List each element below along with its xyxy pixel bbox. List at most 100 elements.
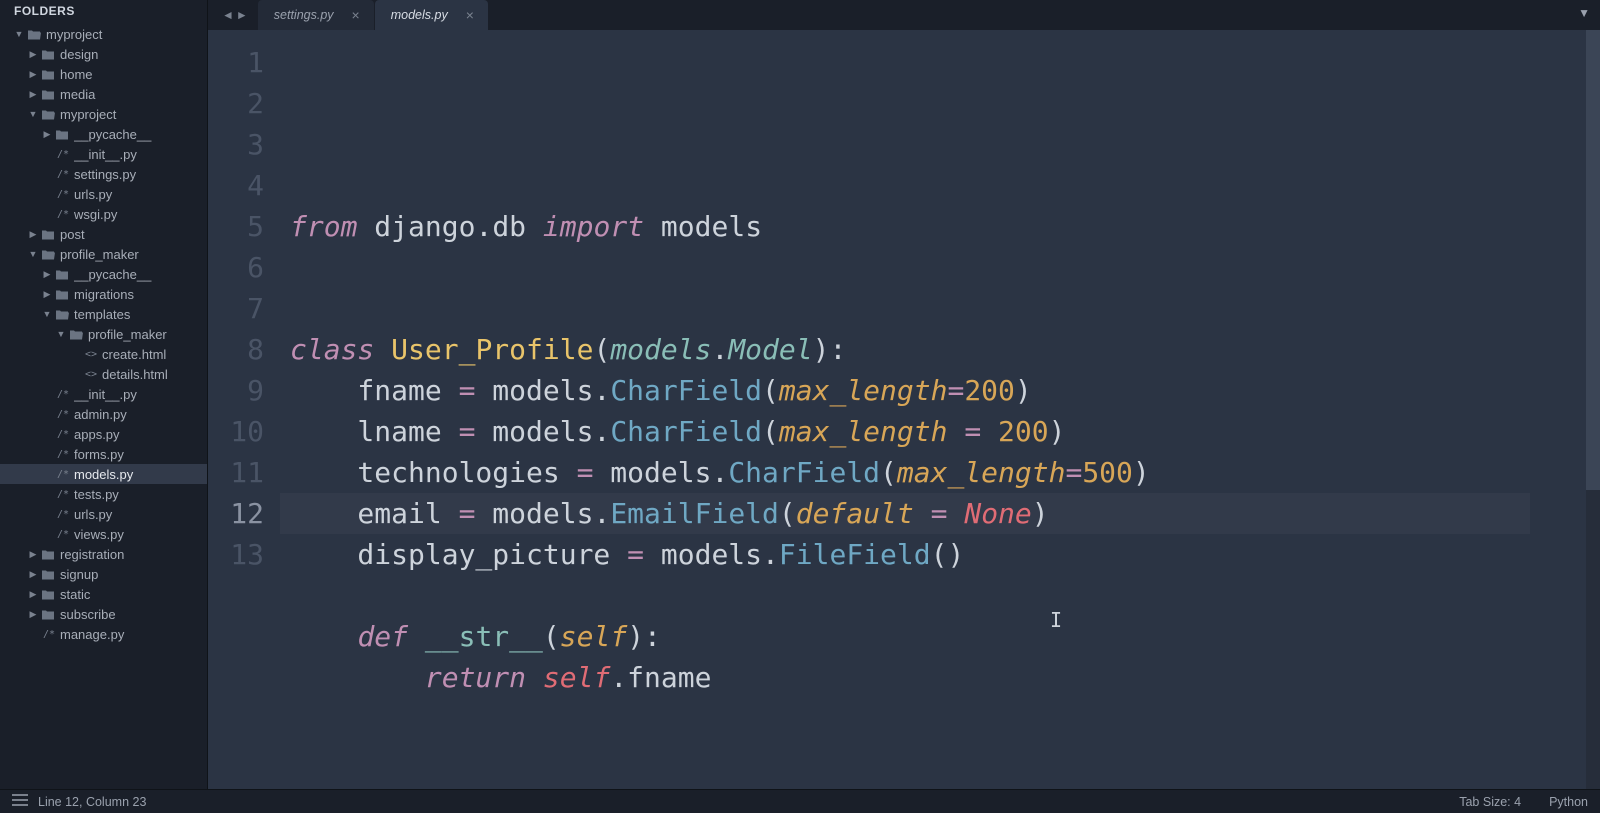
code-line[interactable] bbox=[290, 288, 1530, 329]
folder-tree-item[interactable]: ▼myproject bbox=[0, 24, 207, 44]
folder-tree-item[interactable]: ▶static bbox=[0, 584, 207, 604]
tree-item-label: settings.py bbox=[74, 167, 199, 182]
tab-label: models.py bbox=[391, 8, 448, 22]
file-tree-item[interactable]: /*wsgi.py bbox=[0, 204, 207, 224]
code-line[interactable]: return self.fname bbox=[290, 657, 1530, 698]
code-line[interactable] bbox=[290, 247, 1530, 288]
folder-tree[interactable]: ▼myproject▶design▶home▶media▼myproject▶_… bbox=[0, 22, 207, 789]
file-tree-item[interactable]: /*admin.py bbox=[0, 404, 207, 424]
disclosure-icon: ▼ bbox=[28, 109, 38, 119]
tree-item-label: subscribe bbox=[60, 607, 199, 622]
status-position[interactable]: Line 12, Column 23 bbox=[38, 795, 146, 809]
minimap[interactable] bbox=[1530, 30, 1600, 789]
tab-next-icon[interactable]: ► bbox=[236, 8, 248, 22]
folder-tree-item[interactable]: ▶home bbox=[0, 64, 207, 84]
folder-tree-item[interactable]: ▼ myproject bbox=[0, 104, 207, 124]
folder-icon bbox=[40, 67, 56, 81]
folder-tree-item[interactable]: ▼profile_maker bbox=[0, 244, 207, 264]
minimap-thumb[interactable] bbox=[1586, 30, 1600, 490]
code-line[interactable]: email = models.EmailField(default = None… bbox=[290, 493, 1530, 534]
disclosure-icon: ▶ bbox=[28, 609, 38, 620]
folder-icon bbox=[26, 27, 42, 41]
status-language[interactable]: Python bbox=[1549, 795, 1588, 809]
folder-tree-item[interactable]: ▶ media bbox=[0, 84, 207, 104]
code-line[interactable]: class User_Profile(models.Model): bbox=[290, 329, 1530, 370]
folder-icon bbox=[40, 227, 56, 241]
code-area[interactable]: I from django.db import models class Use… bbox=[280, 30, 1530, 789]
folder-tree-item[interactable]: ▶__pycache__ bbox=[0, 124, 207, 144]
tab-overflow-icon[interactable]: ▼ bbox=[1578, 6, 1590, 20]
tree-item-label: signup bbox=[60, 567, 199, 582]
folder-icon bbox=[68, 327, 84, 341]
disclosure-icon: ▶ bbox=[28, 49, 38, 60]
file-tree-item[interactable]: /*__init__.py bbox=[0, 144, 207, 164]
disclosure-icon: ▶ bbox=[28, 89, 38, 100]
file-tree-item[interactable]: /*__init__.py bbox=[0, 384, 207, 404]
editor-tab[interactable]: settings.py× bbox=[258, 0, 374, 30]
folder-tree-item[interactable]: ▼ templates bbox=[0, 304, 207, 324]
folder-icon bbox=[40, 547, 56, 561]
file-tree-item[interactable]: <>details.html bbox=[0, 364, 207, 384]
tree-item-label: myproject bbox=[60, 107, 199, 122]
disclosure-icon: ▶ bbox=[42, 289, 52, 300]
folder-icon bbox=[54, 307, 70, 321]
sidebar-header: FOLDERS bbox=[0, 0, 207, 22]
tree-item-label: create.html bbox=[102, 347, 199, 362]
disclosure-icon: ▼ bbox=[42, 309, 52, 319]
file-tree-item[interactable]: /*tests.py bbox=[0, 484, 207, 504]
file-tree-item[interactable]: /*apps.py bbox=[0, 424, 207, 444]
python-file-icon: /* bbox=[54, 149, 72, 160]
file-tree-item[interactable]: /*manage.py bbox=[0, 624, 207, 644]
file-tree-item[interactable]: /*forms.py bbox=[0, 444, 207, 464]
code-line[interactable]: def __str__(self): bbox=[290, 616, 1530, 657]
folder-tree-item[interactable]: ▶ subscribe bbox=[0, 604, 207, 624]
folder-icon bbox=[40, 567, 56, 581]
folder-tree-item[interactable]: ▶ signup bbox=[0, 564, 207, 584]
disclosure-icon: ▶ bbox=[28, 569, 38, 580]
code-line[interactable] bbox=[290, 698, 1530, 739]
tree-item-label: templates bbox=[74, 307, 199, 322]
python-file-icon: /* bbox=[40, 629, 58, 640]
folder-tree-item[interactable]: ▶post bbox=[0, 224, 207, 244]
code-line[interactable]: technologies = models.CharField(max_leng… bbox=[290, 452, 1530, 493]
folder-tree-item[interactable]: ▶design bbox=[0, 44, 207, 64]
code-line[interactable]: fname = models.CharField(max_length=200) bbox=[290, 370, 1530, 411]
folder-tree-item[interactable]: ▶__pycache__ bbox=[0, 264, 207, 284]
file-tree-item[interactable]: <>create.html bbox=[0, 344, 207, 364]
file-tree-item[interactable]: /*views.py bbox=[0, 524, 207, 544]
tree-item-label: tests.py bbox=[74, 487, 199, 502]
disclosure-icon: ▼ bbox=[28, 249, 38, 259]
tree-item-label: post bbox=[60, 227, 199, 242]
editor-body: 12345678910111213 I from django.db impor… bbox=[208, 30, 1600, 789]
folder-icon bbox=[40, 87, 56, 101]
folder-tree-item[interactable]: ▼profile_maker bbox=[0, 324, 207, 344]
code-line[interactable]: from django.db import models bbox=[290, 206, 1530, 247]
python-file-icon: /* bbox=[54, 509, 72, 520]
python-file-icon: /* bbox=[54, 429, 72, 440]
file-tree-item[interactable]: /*urls.py bbox=[0, 504, 207, 524]
folder-icon bbox=[40, 247, 56, 261]
tab-prev-icon[interactable]: ◄ bbox=[222, 8, 234, 22]
hamburger-icon[interactable] bbox=[12, 794, 28, 809]
tree-item-label: urls.py bbox=[74, 507, 199, 522]
status-tab-size[interactable]: Tab Size: 4 bbox=[1459, 795, 1521, 809]
file-tree-item[interactable]: /*settings.py bbox=[0, 164, 207, 184]
editor-tab[interactable]: models.py × bbox=[375, 0, 488, 30]
code-line[interactable]: display_picture = models.FileField() bbox=[290, 534, 1530, 575]
python-file-icon: /* bbox=[54, 469, 72, 480]
file-tree-item[interactable]: /*models.py bbox=[0, 464, 207, 484]
file-tree-item[interactable]: /*urls.py bbox=[0, 184, 207, 204]
folder-tree-item[interactable]: ▶ migrations bbox=[0, 284, 207, 304]
code-line[interactable] bbox=[290, 575, 1530, 616]
tree-item-label: migrations bbox=[74, 287, 199, 302]
folder-icon bbox=[40, 587, 56, 601]
tree-item-label: __init__.py bbox=[74, 387, 199, 402]
close-icon[interactable]: × bbox=[352, 7, 360, 23]
close-icon[interactable]: × bbox=[466, 7, 474, 23]
tree-item-label: media bbox=[60, 87, 199, 102]
status-bar: Line 12, Column 23 Tab Size: 4 Python bbox=[0, 789, 1600, 813]
folder-icon bbox=[54, 127, 70, 141]
code-line[interactable]: lname = models.CharField(max_length = 20… bbox=[290, 411, 1530, 452]
folder-tree-item[interactable]: ▶registration bbox=[0, 544, 207, 564]
disclosure-icon: ▶ bbox=[28, 549, 38, 560]
